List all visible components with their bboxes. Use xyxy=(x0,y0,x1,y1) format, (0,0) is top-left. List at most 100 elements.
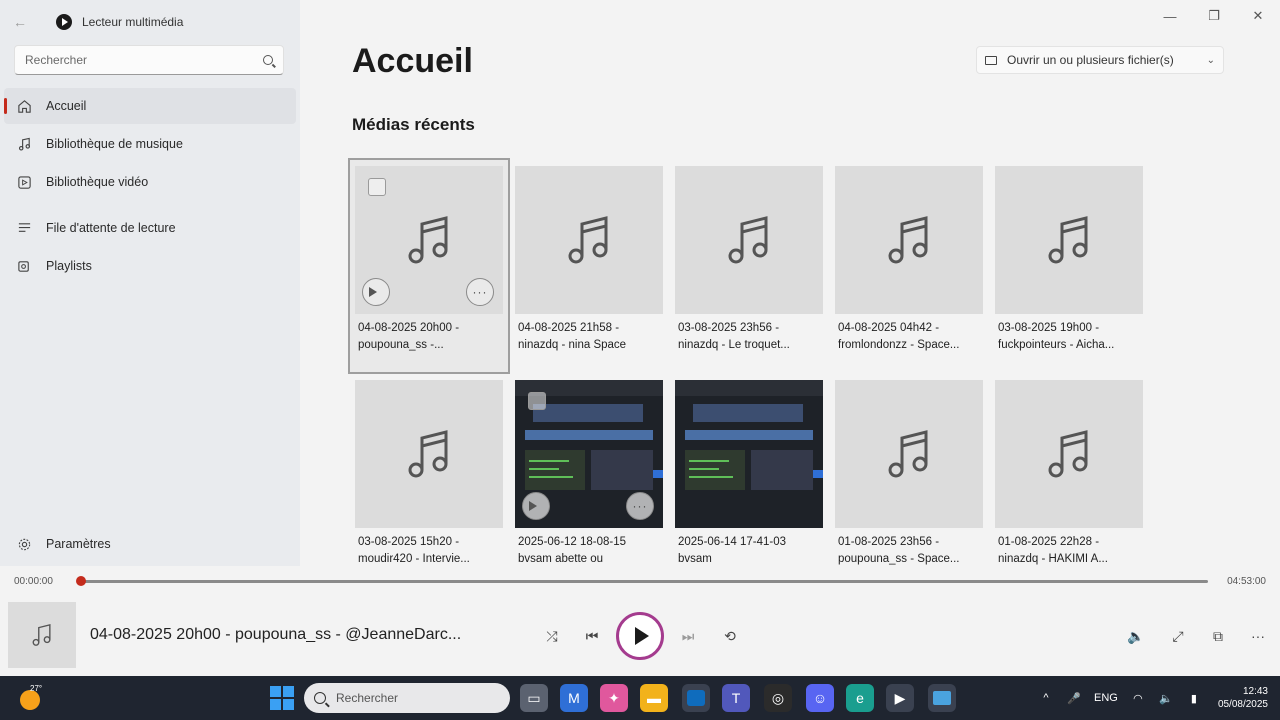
music-note-icon xyxy=(888,430,928,478)
media-title: 04-08-2025 20h00 - poupouna_ss -... xyxy=(358,322,460,351)
microphone-icon[interactable]: 🎤 xyxy=(1063,692,1085,705)
back-button[interactable]: ← xyxy=(0,0,40,44)
clock[interactable]: 12:43 05/08/2025 xyxy=(1218,685,1268,711)
more-options-button[interactable]: ··· xyxy=(466,278,494,306)
media-player-taskbar-icon[interactable]: ▶ xyxy=(886,684,914,712)
arrow-left-icon: ← xyxy=(13,14,27,30)
copilot-icon[interactable]: ✦ xyxy=(600,684,628,712)
sidebar-item-label: Paramètres xyxy=(46,537,111,551)
queue-icon xyxy=(16,220,32,236)
media-title: 03-08-2025 19h00 - fuckpointeurs - Aicha.… xyxy=(998,322,1115,351)
clock-time: 12:43 xyxy=(1242,686,1268,697)
sidebar-item-play-queue[interactable]: File d'attente de lecture xyxy=(4,210,296,246)
folder-icon xyxy=(985,55,997,65)
weather-widget[interactable]: 27° xyxy=(16,684,44,712)
language-indicator[interactable]: ENG xyxy=(1091,692,1121,704)
media-card[interactable]: 04-08-2025 21h58 - ninazdq - nina Space xyxy=(510,160,668,372)
more-options-button[interactable]: ··· xyxy=(626,492,654,520)
sidebar: ← Lecteur multimédia Accueil Bibliothèqu… xyxy=(0,0,300,566)
outlook-icon[interactable] xyxy=(682,684,710,712)
volume-button[interactable]: 🔈 xyxy=(1124,624,1148,648)
media-card[interactable]: 03-08-2025 23h56 - ninazdq - Le troquet..… xyxy=(670,160,828,372)
app-icon-blue[interactable]: M xyxy=(560,684,588,712)
minimize-icon: — xyxy=(1163,8,1177,24)
music-note-icon xyxy=(1048,216,1088,264)
fullscreen-button[interactable]: ⤢ xyxy=(1166,624,1190,648)
window-controls: — ❐ ✕ xyxy=(1148,0,1280,32)
more-icon: ··· xyxy=(1251,628,1265,644)
chevron-up-icon[interactable]: ^ xyxy=(1035,692,1057,704)
sidebar-item-music-library[interactable]: Bibliothèque de musique xyxy=(4,126,296,162)
main-content: — ❐ ✕ Accueil Ouvrir un ou plusieurs fic… xyxy=(300,0,1280,566)
media-card[interactable]: 03-08-2025 19h00 - fuckpointeurs - Aicha.… xyxy=(990,160,1148,372)
media-card[interactable]: 01-08-2025 22h28 - ninazdq - HAKIMI A... xyxy=(990,374,1148,586)
media-card[interactable]: ··· 2025-06-12 18-08-15 bvsam abette ou xyxy=(510,374,668,586)
media-thumbnail xyxy=(995,166,1143,314)
now-playing-title[interactable]: 04-08-2025 20h00 - poupouna_ss - @Jeanne… xyxy=(90,626,461,644)
discord-icon[interactable]: ☺ xyxy=(806,684,834,712)
media-title: 01-08-2025 22h28 - ninazdq - HAKIMI A... xyxy=(998,536,1108,565)
gear-icon xyxy=(16,536,32,552)
chrome-icon[interactable]: ◎ xyxy=(764,684,792,712)
speaker-icon[interactable]: 🔈 xyxy=(1155,692,1177,705)
sidebar-item-home[interactable]: Accueil xyxy=(4,88,296,124)
close-button[interactable]: ✕ xyxy=(1236,0,1280,32)
control-panel-icon[interactable] xyxy=(928,684,956,712)
select-checkbox[interactable] xyxy=(368,178,386,196)
sidebar-item-video-library[interactable]: Bibliothèque vidéo xyxy=(4,164,296,200)
more-icon: ··· xyxy=(632,499,648,513)
search-icon[interactable] xyxy=(263,55,273,65)
file-explorer-icon[interactable]: ▬ xyxy=(640,684,668,712)
seek-bar: 00:00:00 04:53:00 xyxy=(0,566,1280,596)
sidebar-item-label: Bibliothèque vidéo xyxy=(46,175,149,189)
thumbnail-detail xyxy=(653,470,663,478)
restore-icon: ❐ xyxy=(1208,8,1220,23)
elapsed-time: 00:00:00 xyxy=(14,576,53,587)
sidebar-item-settings[interactable]: Paramètres xyxy=(4,526,296,562)
thumbnail-detail xyxy=(813,470,823,478)
close-icon: ✕ xyxy=(1252,8,1264,23)
seek-thumb[interactable] xyxy=(76,576,86,586)
playlist-icon xyxy=(16,258,32,274)
media-card[interactable]: 03-08-2025 15h20 - moudir420 - Intervie..… xyxy=(350,374,508,586)
mini-player-button[interactable]: ⧉ xyxy=(1206,624,1230,648)
next-button[interactable]: ⏭ xyxy=(676,624,700,648)
sidebar-search[interactable] xyxy=(14,45,284,75)
more-options-button[interactable]: ··· xyxy=(1246,624,1270,648)
media-card[interactable]: 2025-06-14 17-41-03 bvsam xyxy=(670,374,828,586)
media-card[interactable]: 04-08-2025 04h42 - fromlondonzz - Space..… xyxy=(830,160,988,372)
seek-track[interactable] xyxy=(80,580,1208,583)
play-button[interactable] xyxy=(522,492,550,520)
play-icon xyxy=(635,627,649,645)
restore-button[interactable]: ❐ xyxy=(1192,0,1236,32)
media-thumbnail xyxy=(835,166,983,314)
taskbar-search[interactable]: Rechercher xyxy=(304,683,510,713)
select-checkbox[interactable] xyxy=(528,392,546,410)
media-card[interactable]: ··· 04-08-2025 20h00 - poupouna_ss -... xyxy=(348,158,510,374)
media-card[interactable]: 01-08-2025 23h56 - poupouna_ss - Space... xyxy=(830,374,988,586)
media-thumbnail xyxy=(995,380,1143,528)
thumbnail-detail xyxy=(689,460,729,462)
play-pause-button[interactable] xyxy=(616,612,664,660)
shuffle-icon: ⤮ xyxy=(546,627,558,644)
sidebar-item-label: Playlists xyxy=(46,259,92,273)
wifi-icon[interactable]: ◠ xyxy=(1127,692,1149,705)
sidebar-item-playlists[interactable]: Playlists xyxy=(4,248,296,284)
search-input[interactable] xyxy=(25,53,263,67)
play-button[interactable] xyxy=(362,278,390,306)
nav-separator xyxy=(4,202,296,210)
shuffle-button[interactable]: ⤮ xyxy=(540,624,564,648)
task-view-icon[interactable]: ▭ xyxy=(520,684,548,712)
edge-icon[interactable]: e xyxy=(846,684,874,712)
battery-icon[interactable]: ▮ xyxy=(1183,692,1205,705)
thumbnail-detail xyxy=(751,450,813,490)
media-title: 03-08-2025 23h56 - ninazdq - Le troquet..… xyxy=(678,322,790,351)
now-playing-art[interactable] xyxy=(8,602,76,668)
previous-button[interactable]: ⏮ xyxy=(580,624,604,648)
start-button[interactable] xyxy=(270,686,294,710)
taskbar-search-placeholder: Rechercher xyxy=(336,691,399,705)
teams-icon[interactable]: T xyxy=(722,684,750,712)
open-files-button[interactable]: Ouvrir un ou plusieurs fichier(s) ⌄ xyxy=(976,46,1224,74)
repeat-button[interactable]: ⟲ xyxy=(718,624,742,648)
minimize-button[interactable]: — xyxy=(1148,0,1192,32)
